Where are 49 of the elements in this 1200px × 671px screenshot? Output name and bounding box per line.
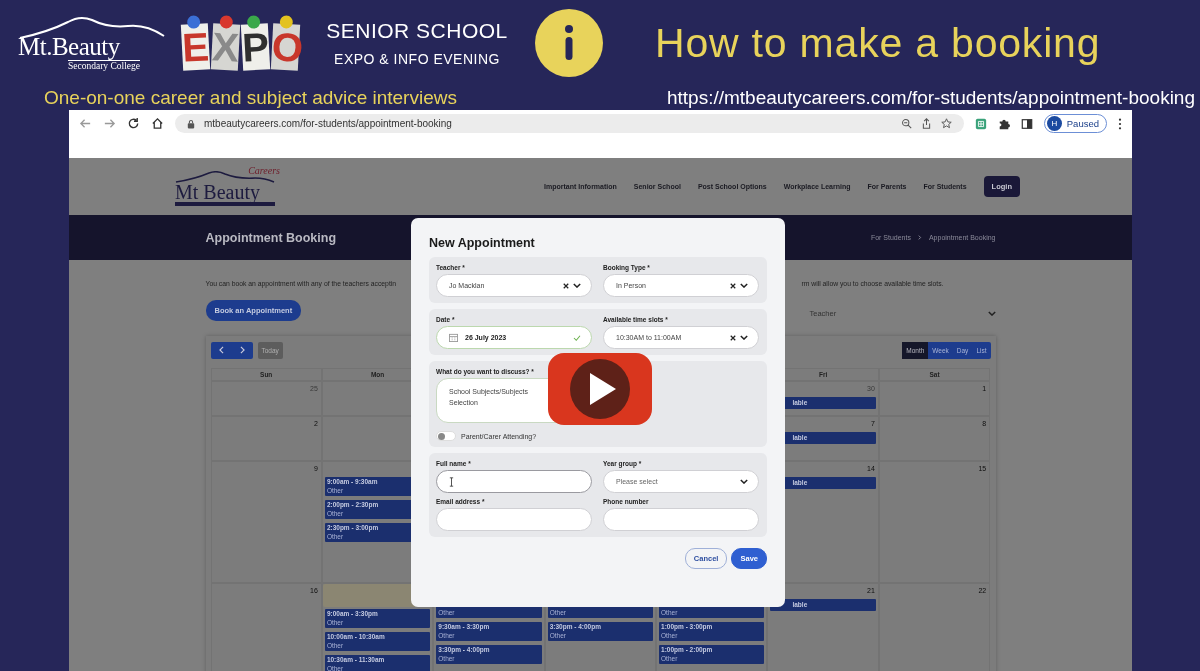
booking-link[interactable]: https://mtbeautycareers.com/for-students/appointment-booking	[666, 87, 1195, 109]
logo-text: Mt.Beauty	[18, 34, 120, 60]
logo-subtitle: Secondary College	[68, 60, 141, 72]
input-field[interactable]	[436, 470, 592, 493]
bookmark-star-icon[interactable]	[940, 118, 952, 129]
chevron-icon	[917, 235, 922, 240]
chevron-icon	[987, 311, 996, 316]
page-title: Appointment Booking	[205, 230, 337, 245]
side-panel-icon[interactable]	[1020, 117, 1033, 130]
input-field[interactable]	[603, 508, 759, 531]
back-icon[interactable]	[79, 117, 92, 130]
reload-icon[interactable]	[127, 117, 140, 130]
chevron-icon	[740, 479, 748, 484]
mountain-logo-icon	[18, 14, 166, 40]
calendar-icon	[449, 333, 458, 342]
clear-icon[interactable]	[730, 282, 736, 289]
puzzle-icon[interactable]	[997, 117, 1010, 130]
lock-icon	[187, 118, 195, 129]
toggle-switch[interactable]	[436, 431, 456, 441]
pin-icon	[246, 14, 262, 30]
chevron-icon	[740, 283, 748, 288]
address-bar[interactable]: mtbeautycareers.com/for-students/appointment-booking	[175, 114, 964, 133]
play-button-overlay[interactable]	[548, 353, 652, 425]
dialog-title: New Appointment	[429, 236, 536, 250]
home-icon[interactable]	[151, 117, 164, 130]
share-icon[interactable]	[920, 118, 932, 129]
event-subtitle: EXPO & INFO EVENING	[334, 51, 500, 67]
info-icon	[535, 9, 603, 77]
logo-tagline: Careers	[248, 165, 280, 176]
zoom-icon[interactable]	[900, 118, 912, 129]
event-title: SENIOR SCHOOL	[326, 19, 508, 43]
check-icon	[573, 334, 581, 341]
pin-icon	[278, 14, 294, 30]
pin-icon	[218, 14, 234, 30]
logo-text: Mt Beauty	[175, 183, 261, 201]
previous-icon[interactable]	[218, 346, 224, 354]
menu-icon[interactable]	[1118, 117, 1122, 130]
next-icon[interactable]	[239, 346, 245, 354]
chevron-icon	[740, 335, 748, 340]
text-cursor-icon	[449, 476, 454, 487]
extension-icon[interactable]	[974, 117, 987, 130]
pin-icon	[186, 14, 202, 30]
chevron-icon	[573, 283, 581, 288]
tagline: One-on-one career and subject advice interviews	[44, 87, 457, 109]
clear-icon[interactable]	[563, 282, 569, 289]
forward-icon[interactable]	[103, 117, 116, 130]
input-field[interactable]	[436, 508, 592, 531]
slide-heading: How to make a booking	[655, 19, 1101, 67]
clear-icon[interactable]	[730, 334, 736, 341]
